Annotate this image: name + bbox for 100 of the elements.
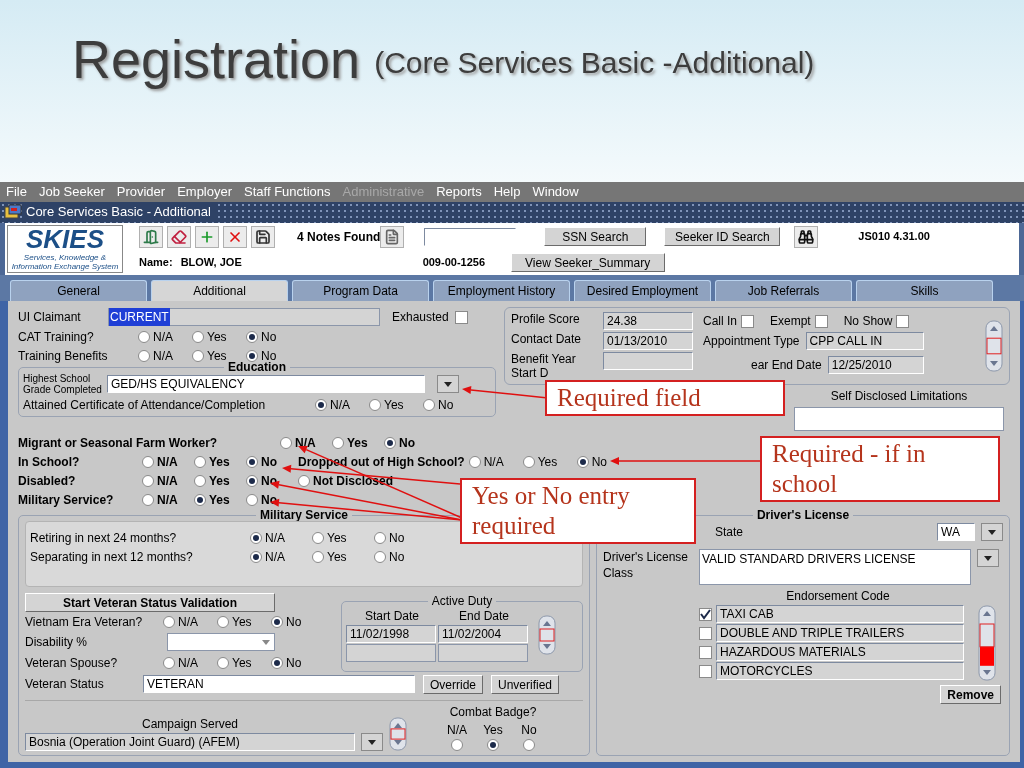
menu-item[interactable]: Window	[532, 182, 579, 202]
tab[interactable]: General	[10, 280, 147, 301]
text-field[interactable]	[603, 352, 693, 370]
menu-item[interactable]: Provider	[116, 182, 166, 202]
tab[interactable]: Additional	[151, 280, 288, 301]
status-button[interactable]: Override	[423, 674, 483, 694]
radio-button[interactable]	[246, 455, 258, 468]
validate-button[interactable]: Start Veteran Status Validation	[25, 593, 275, 612]
view-summary-button[interactable]: View Seeker_Summary	[510, 253, 665, 273]
tab[interactable]: Employment History	[433, 280, 570, 301]
radio-button[interactable]	[451, 739, 463, 751]
radio-button[interactable]	[271, 615, 283, 628]
eraser-icon[interactable]	[167, 225, 191, 248]
text-field[interactable]: 24.38	[603, 312, 693, 330]
text-field[interactable]: TAXI CAB	[716, 605, 964, 623]
radio-button[interactable]	[250, 531, 262, 544]
radio-button[interactable]	[522, 455, 535, 468]
menu-item[interactable]: File	[6, 182, 27, 202]
checkbox[interactable]	[814, 314, 828, 328]
radio-button[interactable]	[192, 349, 204, 362]
tab[interactable]: Skills	[856, 280, 993, 301]
radio-button[interactable]	[194, 455, 206, 468]
text-field[interactable]	[346, 644, 436, 662]
radio-button[interactable]	[194, 474, 206, 487]
radio-button[interactable]	[138, 349, 150, 362]
radio-button[interactable]	[374, 531, 386, 544]
checkbox[interactable]	[699, 607, 712, 621]
checkbox[interactable]	[699, 626, 712, 640]
tab[interactable]: Desired Employment	[574, 280, 711, 301]
scrollbar[interactable]	[985, 320, 1003, 372]
radio-button[interactable]	[246, 474, 258, 487]
text-field[interactable]: 11/02/1998	[346, 625, 436, 643]
save-icon[interactable]	[251, 225, 275, 248]
dropdown-button[interactable]	[437, 375, 459, 393]
tab[interactable]: Program Data	[292, 280, 429, 301]
radio-button[interactable]	[487, 739, 499, 751]
text-field[interactable]: 12/25/2010	[827, 356, 924, 374]
text-field[interactable]: WA	[937, 523, 975, 541]
plus-icon[interactable]	[195, 225, 219, 248]
ssn-search-button[interactable]: SSN Search	[544, 227, 647, 247]
menu-item[interactable]: Reports	[436, 182, 482, 202]
text-field[interactable]: MOTORCYCLES	[716, 662, 964, 680]
radio-button[interactable]	[142, 455, 154, 468]
note-icon[interactable]	[380, 225, 405, 248]
dropdown-button[interactable]	[977, 549, 999, 567]
checkbox[interactable]	[896, 314, 910, 328]
text-field[interactable]: CPP CALL IN	[805, 332, 924, 350]
radio-button[interactable]	[384, 436, 396, 449]
text-field[interactable]	[794, 407, 1004, 431]
text-field[interactable]: GED/HS EQUIVALENCY	[107, 375, 425, 393]
radio-button[interactable]	[312, 531, 324, 544]
seeker-id-search-button[interactable]: Seeker ID Search	[664, 227, 781, 247]
radio-button[interactable]	[312, 550, 324, 563]
dropdown-button[interactable]	[981, 523, 1003, 541]
radio-button[interactable]	[298, 474, 310, 487]
radio-button[interactable]	[280, 436, 292, 449]
dropdown-button[interactable]	[361, 733, 383, 751]
radio-button[interactable]	[523, 739, 535, 751]
radio-button[interactable]	[468, 455, 481, 468]
delete-icon[interactable]	[223, 225, 247, 248]
text-field[interactable]: Bosnia (Operation Joint Guard) (AFEM)	[25, 733, 355, 751]
radio-button[interactable]	[194, 493, 206, 506]
binoculars-icon[interactable]	[794, 225, 819, 248]
radio-button[interactable]	[246, 330, 258, 343]
text-field[interactable]: VETERAN	[143, 675, 415, 693]
radio-button[interactable]	[576, 455, 589, 468]
radio-button[interactable]	[142, 474, 154, 487]
text-field[interactable]: DOUBLE AND TRIPLE TRAILERS	[716, 624, 964, 642]
radio-button[interactable]	[217, 615, 229, 628]
radio-button[interactable]	[374, 550, 386, 563]
radio-button[interactable]	[271, 656, 283, 669]
radio-button[interactable]	[163, 615, 175, 628]
radio-button[interactable]	[332, 436, 344, 449]
tab[interactable]: Job Referrals	[715, 280, 852, 301]
radio-button[interactable]	[246, 349, 258, 362]
text-field[interactable]: 11/02/2004	[438, 625, 528, 643]
scrollbar[interactable]	[978, 605, 996, 681]
radio-button[interactable]	[217, 656, 229, 669]
radio-button[interactable]	[423, 398, 435, 411]
remove-button[interactable]: Remove	[940, 685, 1001, 704]
checkbox[interactable]	[699, 664, 712, 678]
text-field[interactable]	[438, 644, 528, 662]
scrollbar[interactable]	[538, 614, 556, 655]
dropdown-field[interactable]	[167, 633, 275, 651]
radio-button[interactable]	[250, 550, 262, 563]
radio-button[interactable]	[142, 493, 154, 506]
radio-button[interactable]	[192, 330, 204, 343]
scrollbar[interactable]	[389, 717, 407, 751]
menu-item[interactable]: Help	[493, 182, 521, 202]
radio-button[interactable]	[246, 493, 258, 506]
status-button[interactable]: Unverified	[491, 674, 560, 694]
menu-item[interactable]: Staff Functions	[244, 182, 331, 202]
radio-button[interactable]	[369, 398, 381, 411]
text-field[interactable]: HAZARDOUS MATERIALS	[716, 643, 964, 661]
text-field[interactable]: CURRENT	[108, 308, 380, 326]
radio-button[interactable]	[138, 330, 150, 343]
radio-button[interactable]	[163, 656, 175, 669]
menu-item[interactable]: Employer	[177, 182, 233, 202]
checkbox[interactable]	[454, 310, 468, 324]
checkbox[interactable]	[741, 314, 754, 328]
